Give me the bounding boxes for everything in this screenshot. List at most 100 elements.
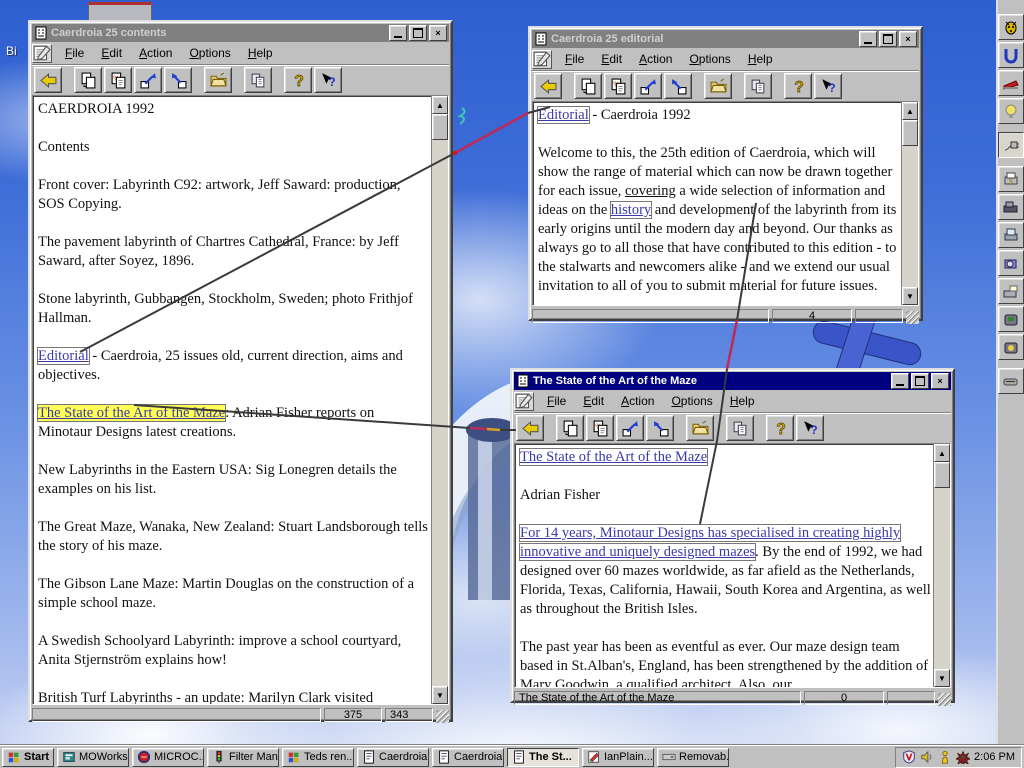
exit-button[interactable] — [534, 73, 562, 99]
copy-button[interactable] — [744, 73, 772, 99]
launcher-phone-screen-button[interactable] — [998, 306, 1024, 332]
open-folder-button[interactable] — [204, 67, 232, 93]
menu-options[interactable]: Options — [182, 44, 238, 62]
hyperlink-highlighted[interactable]: The State of the Art of the Maze — [36, 404, 227, 422]
replace-page-button[interactable]: % — [586, 415, 614, 441]
title-bar[interactable]: Caerdroia 25 contents × — [32, 24, 449, 42]
minimize-button[interactable] — [389, 25, 407, 41]
open-folder-button[interactable] — [704, 73, 732, 99]
desktop-icon-label[interactable]: Bi — [6, 44, 17, 58]
launcher-plug-button[interactable] — [998, 132, 1024, 158]
menu-file[interactable]: File — [540, 392, 574, 410]
document-icon[interactable] — [534, 32, 548, 46]
launcher-fax-button[interactable] — [998, 194, 1024, 220]
launcher-camera-button[interactable] — [998, 250, 1024, 276]
menu-help[interactable]: Help — [741, 50, 781, 68]
start-button[interactable]: Start — [2, 747, 54, 767]
taskbar-button-teds-ren-[interactable]: Teds ren... — [282, 747, 354, 767]
menu-help[interactable]: Help — [723, 392, 763, 410]
scheduler-icon[interactable] — [956, 750, 971, 764]
taskbar-button-caerdroia-[interactable]: Caerdroia... — [357, 747, 429, 767]
title-bar[interactable]: Caerdroia 25 editorial × — [532, 30, 919, 48]
menu-options[interactable]: Options — [664, 392, 720, 410]
hyperlink[interactable]: The State of the Art of the Maze — [518, 448, 709, 466]
link-out-button[interactable] — [634, 73, 662, 99]
scroll-up-button[interactable]: ▲ — [934, 444, 950, 462]
taskbar-button-filter-man-[interactable]: Filter Man... — [207, 747, 279, 767]
vertical-scrollbar[interactable]: ▲ ▼ — [933, 444, 950, 687]
menu-help[interactable]: Help — [241, 44, 281, 62]
resize-grip[interactable] — [436, 710, 449, 723]
document-icon[interactable] — [34, 26, 48, 40]
document-text[interactable]: The State of the Art of the Maze Adrian F… — [515, 444, 933, 687]
close-button[interactable]: × — [429, 25, 447, 41]
scroll-track[interactable] — [934, 462, 950, 669]
vertical-scrollbar[interactable]: ▲ ▼ — [431, 96, 448, 704]
vertical-scrollbar[interactable]: ▲ ▼ — [901, 102, 918, 305]
copy-page-button[interactable] — [574, 73, 602, 99]
replace-page-button[interactable]: % — [104, 67, 132, 93]
taskbar-button-the-st-[interactable]: The St... — [507, 747, 579, 767]
menu-options[interactable]: Options — [682, 50, 738, 68]
scroll-down-button[interactable]: ▼ — [934, 669, 950, 687]
link-out-button[interactable] — [134, 67, 162, 93]
link-in-button[interactable] — [646, 415, 674, 441]
hyperlink[interactable]: history — [609, 201, 653, 219]
notepad-icon[interactable] — [514, 391, 534, 411]
close-button[interactable]: × — [931, 373, 949, 389]
title-bar[interactable]: The State of the Art of the Maze × — [514, 372, 951, 390]
scroll-thumb[interactable] — [902, 120, 918, 146]
menu-file[interactable]: File — [558, 50, 592, 68]
scroll-thumb[interactable] — [934, 462, 950, 488]
launcher-phone-face-button[interactable] — [998, 334, 1024, 360]
launcher-scanner-button[interactable] — [998, 368, 1024, 394]
help-button[interactable]: ? — [784, 73, 812, 99]
menu-action[interactable]: Action — [632, 50, 680, 68]
maximize-button[interactable] — [911, 373, 929, 389]
menu-action[interactable]: Action — [132, 44, 180, 62]
scroll-thumb[interactable] — [432, 114, 448, 140]
copy-button[interactable] — [726, 415, 754, 441]
volume-icon[interactable] — [920, 750, 934, 764]
context-help-button[interactable]: ? — [814, 73, 842, 99]
menu-file[interactable]: File — [58, 44, 92, 62]
launcher-stapler-button[interactable] — [998, 70, 1024, 96]
scroll-up-button[interactable]: ▲ — [432, 96, 448, 114]
menu-action[interactable]: Action — [614, 392, 662, 410]
open-folder-button[interactable] — [686, 415, 714, 441]
document-text[interactable]: Editorial - Caerdroia 1992 Welcome to thi… — [533, 102, 901, 305]
vshield-icon[interactable] — [902, 750, 916, 764]
help-button[interactable]: ? — [766, 415, 794, 441]
hyperlink[interactable]: Editorial — [537, 106, 590, 124]
scroll-down-button[interactable]: ▼ — [432, 686, 448, 704]
launcher-bug-button[interactable] — [998, 14, 1024, 40]
scroll-down-button[interactable]: ▼ — [902, 287, 918, 305]
copy-page-button[interactable] — [556, 415, 584, 441]
launcher-card-drive-button[interactable] — [998, 278, 1024, 304]
notepad-icon[interactable] — [32, 43, 52, 63]
taskbar-button-moworks[interactable]: MOWorks — [57, 747, 129, 767]
launcher-printer-button[interactable] — [998, 222, 1024, 248]
taskbar-button-caerdroia-[interactable]: Caerdroia... — [432, 747, 504, 767]
scroll-track[interactable] — [902, 120, 918, 287]
link-in-button[interactable] — [664, 73, 692, 99]
minimize-button[interactable] — [891, 373, 909, 389]
launcher-coil-button[interactable] — [998, 42, 1024, 68]
menu-edit[interactable]: Edit — [576, 392, 612, 410]
maximize-button[interactable] — [409, 25, 427, 41]
resize-grip[interactable] — [906, 311, 919, 324]
context-help-button[interactable]: ? — [314, 67, 342, 93]
scroll-up-button[interactable]: ▲ — [902, 102, 918, 120]
link-in-button[interactable] — [164, 67, 192, 93]
copy-page-button[interactable] — [74, 67, 102, 93]
launcher-lightbulb-button[interactable] — [998, 98, 1024, 124]
taskbar-button-ianplain-[interactable]: IanPlain... — [582, 747, 654, 767]
minimize-button[interactable] — [859, 31, 877, 47]
exit-button[interactable] — [516, 415, 544, 441]
resize-grip[interactable] — [938, 693, 951, 706]
close-button[interactable]: × — [899, 31, 917, 47]
document-icon[interactable] — [516, 374, 530, 388]
replace-page-button[interactable]: % — [604, 73, 632, 99]
document-text[interactable]: CAERDROIA 1992 Contents Front cover: Labyr… — [33, 96, 431, 704]
menu-edit[interactable]: Edit — [94, 44, 130, 62]
